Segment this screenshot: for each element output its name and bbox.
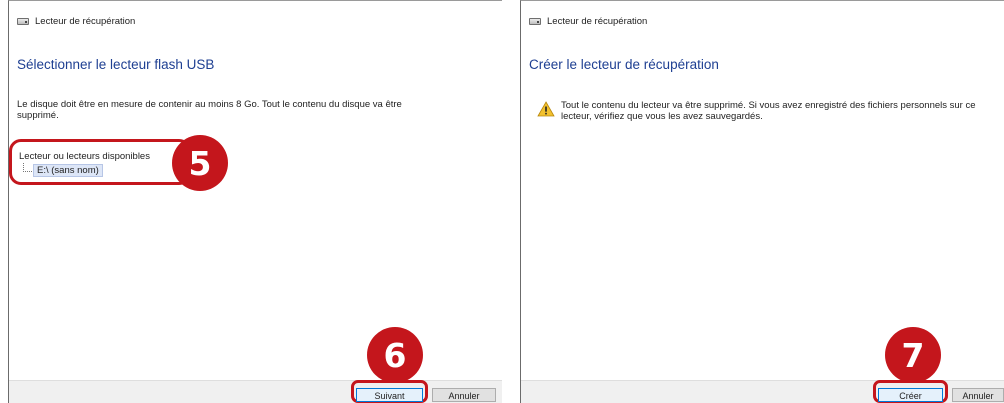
cancel-button[interactable]: Annuler <box>432 388 496 402</box>
description-text: Le disque doit être en mesure de conteni… <box>17 99 402 121</box>
window-title: Lecteur de récupération <box>35 15 136 27</box>
drives-highlight-outline <box>9 139 191 185</box>
page-title: Créer le lecteur de récupération <box>529 57 719 72</box>
page-title: Sélectionner le lecteur flash USB <box>17 57 215 72</box>
create-button[interactable]: Créer <box>878 388 943 402</box>
window-titlebar: Lecteur de récupération <box>17 13 135 29</box>
button-footer <box>9 380 502 403</box>
step-badge-5: 5 <box>172 135 228 191</box>
drive-icon <box>529 17 541 25</box>
warning-text: Tout le contenu du lecteur va être suppr… <box>561 100 976 122</box>
step-badge-7: 7 <box>885 327 941 383</box>
window-title: Lecteur de récupération <box>547 15 648 27</box>
cancel-button[interactable]: Annuler <box>952 388 1004 402</box>
left-recovery-window: Lecteur de récupération Sélectionner le … <box>8 0 502 403</box>
warning-icon <box>537 101 555 117</box>
window-titlebar: Lecteur de récupération <box>529 13 647 29</box>
next-button[interactable]: Suivant <box>356 388 423 402</box>
drive-icon <box>17 17 29 25</box>
step-badge-6: 6 <box>367 327 423 383</box>
